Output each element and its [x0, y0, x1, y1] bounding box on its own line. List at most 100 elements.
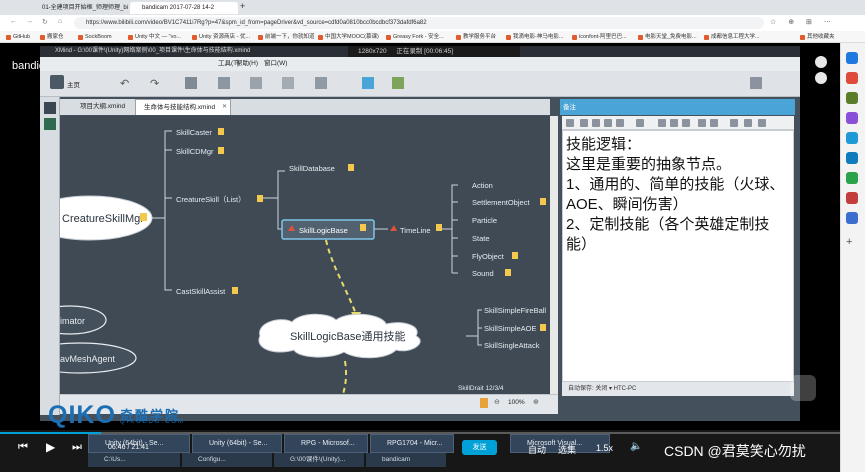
fullscreen-play-icon[interactable] [790, 375, 816, 401]
browser-tab-active[interactable]: bandicam 2017-07-28 14-2 [130, 2, 238, 14]
canvas-scrollbar[interactable] [550, 116, 558, 394]
outdent-icon[interactable] [682, 119, 690, 127]
bookmark[interactable]: 电影天堂_免费电影... [638, 31, 700, 43]
outlook-icon[interactable] [846, 152, 858, 164]
topic-creatureskill-list[interactable]: CreatureSkill（List） [176, 195, 246, 204]
restore-button[interactable] [815, 72, 827, 84]
zoom-out-icon[interactable]: ⊖ [494, 398, 500, 406]
address-bar[interactable]: https://www.bilibili.com/video/BV1C7411i… [74, 17, 764, 29]
topic-skillcdmgr[interactable]: SkillCDMgr [176, 147, 214, 156]
topic-sound[interactable]: Sound [472, 269, 494, 278]
table-icon[interactable] [758, 119, 766, 127]
drop-icon[interactable] [846, 172, 858, 184]
refresh-icon[interactable]: ↻ [42, 18, 48, 26]
filter-icon[interactable] [480, 398, 488, 408]
topic-particle[interactable]: Particle [472, 216, 497, 225]
app-icon[interactable] [846, 212, 858, 224]
home-icon[interactable]: ⌂ [58, 18, 62, 25]
underline-icon[interactable] [604, 119, 612, 127]
home-label[interactable]: 主页 [67, 79, 80, 89]
outline-icon[interactable] [44, 102, 56, 114]
tab-project-outline[interactable]: 项目大纲.xmind [72, 99, 134, 115]
games-icon[interactable] [846, 112, 858, 124]
font-icon[interactable] [566, 119, 574, 127]
close-tab-icon[interactable]: ✕ [222, 103, 227, 110]
browser-actions-icon[interactable]: ☆ ⊕ ⊞ ⋯ [770, 18, 836, 26]
image-icon[interactable] [730, 119, 738, 127]
prev-icon[interactable]: ⏮ [18, 441, 28, 454]
topic-castskillassist[interactable]: CastSkillAssist [176, 287, 226, 296]
menu-window[interactable]: 窗口(W) [264, 57, 287, 71]
cloud-topic[interactable]: SkillLogicBase通用技能 [290, 329, 406, 343]
notes-tab[interactable]: 备注 [563, 101, 576, 111]
home-icon[interactable] [50, 75, 64, 89]
topic-skillcaster[interactable]: SkillCaster [176, 128, 212, 137]
relationship-icon[interactable] [250, 77, 262, 89]
bookmark[interactable]: Unity 中文 — "vo... [128, 31, 190, 43]
list-icon[interactable] [658, 119, 666, 127]
browser-tab[interactable]: 01-全建项目开始框_师理师理_bilibili [30, 2, 128, 14]
forward-icon[interactable]: → [26, 18, 33, 25]
other-bookmarks[interactable]: 其他收藏夹 [800, 31, 835, 43]
topic-skilllogicbase[interactable]: SkillLogicBase [299, 226, 348, 235]
strikethrough-icon[interactable] [616, 119, 624, 127]
link-icon[interactable] [744, 119, 752, 127]
topic-flyobject[interactable]: FlyObject [472, 252, 505, 261]
app-icon[interactable] [846, 192, 858, 204]
topic-skilldatabase[interactable]: SkillDatabase [289, 164, 335, 173]
play-icon[interactable]: ▶ [46, 440, 55, 454]
image-icon[interactable] [392, 77, 404, 89]
topic-icon[interactable] [185, 77, 197, 89]
bookmark[interactable]: SockBoom [78, 31, 112, 43]
zoom-in-icon[interactable]: ⊕ [533, 398, 539, 406]
bookmark[interactable]: Unity 资源商店 - 优... [192, 31, 256, 43]
mindmap-canvas[interactable]: CreatureSkillMgr imator avMeshAgent Skil… [60, 116, 550, 394]
align-icon[interactable] [636, 119, 644, 127]
topic-skillsimplefireball[interactable]: SkillSimpleFireBall [484, 306, 546, 315]
tab-skill-structure[interactable]: 生命体与技能结构.xmind [135, 99, 231, 115]
topic-cut-off[interactable]: SkillDrait 12/3/4 [458, 385, 504, 392]
topic-action[interactable]: Action [472, 181, 493, 190]
notes-content[interactable]: 技能逻辑： 这里是重要的抽象节点。 1、通用的、简单的技能（火球、AOE、瞬间伤… [566, 135, 788, 255]
office-icon[interactable] [846, 132, 858, 144]
back-icon[interactable]: ← [10, 18, 17, 25]
shopping-icon[interactable] [846, 72, 858, 84]
bookmark[interactable]: 成都信息工程大学... [704, 31, 766, 43]
marker-icon[interactable] [362, 77, 374, 89]
episode-select-button[interactable]: 选集 [558, 443, 576, 456]
bold-icon[interactable] [580, 119, 588, 127]
topic-timeline[interactable]: TimeLine [400, 226, 431, 235]
search-icon[interactable] [846, 52, 858, 64]
map-icon[interactable] [44, 118, 56, 130]
add-icon[interactable]: + [846, 236, 852, 248]
indent-icon[interactable] [670, 119, 678, 127]
send-danmaku-button[interactable]: 发送 [462, 440, 497, 455]
bookmark[interactable]: 教学服务平台 [456, 31, 502, 43]
highlight-icon[interactable] [710, 119, 718, 127]
undo-icon[interactable]: ↶ [120, 77, 132, 90]
tools-icon[interactable] [846, 92, 858, 104]
topic-state[interactable]: State [472, 234, 490, 243]
text-color-icon[interactable] [698, 119, 706, 127]
topic-skillsingleattack[interactable]: SkillSingleAttack [484, 341, 540, 350]
summary-icon[interactable] [315, 77, 327, 89]
new-tab-button[interactable]: + [240, 1, 245, 11]
redo-icon[interactable]: ↷ [150, 77, 162, 90]
bookmark[interactable]: iconfont-阿里巴巴... [572, 31, 634, 43]
zoom-level[interactable]: 100% [508, 399, 525, 406]
speed-button[interactable]: 1.5x [596, 443, 613, 453]
central-topic[interactable]: CreatureSkillMgr [62, 213, 144, 225]
menu-help[interactable]: 帮助(H) [236, 57, 258, 71]
bookmark[interactable]: 前端一下，你就知道 [258, 31, 316, 43]
bookmark[interactable]: 搬家仓 [40, 31, 64, 43]
auto-quality-button[interactable]: 自动 [528, 443, 546, 456]
bookmark[interactable]: Greasy Fork - 安全... [386, 31, 452, 43]
italic-icon[interactable] [592, 119, 600, 127]
view-icon[interactable] [750, 77, 762, 89]
bookmark[interactable]: GitHub [6, 31, 30, 43]
topic-animator[interactable]: imator [60, 316, 85, 326]
topic-settlementobject[interactable]: SettlementObject [472, 198, 530, 207]
minimize-button[interactable] [815, 56, 827, 68]
progress-track[interactable] [0, 432, 840, 434]
bookmark[interactable]: 我滴电影-神马电影... [506, 31, 568, 43]
